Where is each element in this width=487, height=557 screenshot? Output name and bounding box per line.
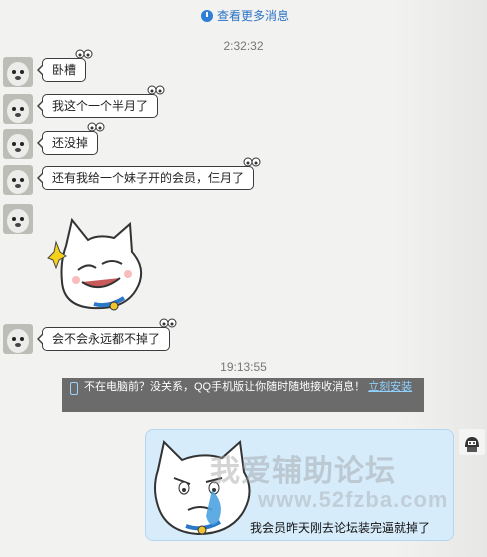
- avatar[interactable]: [3, 324, 33, 354]
- bubble-eyes-icon: [87, 122, 105, 132]
- sticker-caption: 我会员昨天刚去论坛装完逼就掉了: [250, 521, 431, 535]
- bubble-eyes-icon: [147, 85, 165, 95]
- timestamp: 19:13:55: [220, 360, 267, 374]
- message-text: 还没掉: [52, 136, 89, 150]
- view-more-history-link[interactable]: 查看更多消息: [201, 7, 289, 24]
- view-more-label: 查看更多消息: [217, 9, 290, 23]
- avatar[interactable]: [3, 204, 33, 234]
- watermark-domain: www.52fzba.com: [258, 487, 449, 512]
- clock-icon: [201, 9, 213, 22]
- cat-sticker-smirk[interactable]: [44, 212, 152, 314]
- avatar[interactable]: [3, 57, 33, 87]
- my-avatar[interactable]: [459, 429, 485, 455]
- bubble-eyes-icon: [159, 318, 177, 328]
- chat-header: 查看更多消息: [0, 0, 487, 28]
- message-bubble[interactable]: 还没掉: [36, 122, 105, 155]
- message-bubble[interactable]: 卧槽: [36, 49, 93, 82]
- message-bubble[interactable]: 还有我给一个妹子开的会员，仨月了: [36, 157, 261, 190]
- message-bubble[interactable]: 会不会永远都不掉了: [36, 318, 177, 351]
- bubble-eyes-icon: [243, 157, 261, 167]
- message-text: 卧槽: [52, 63, 77, 77]
- mobile-qq-promo: 不在电脑前？没关系，QQ手机版让你随时随地接收消息！ 立刻安装: [62, 378, 424, 412]
- message-text: 还有我给一个妹子开的会员，仨月了: [52, 171, 245, 185]
- timestamp: 2:32:32: [223, 39, 264, 53]
- bubble-eyes-icon: [75, 49, 93, 59]
- message-bubble[interactable]: 我这个一个半月了: [36, 85, 165, 118]
- install-now-link[interactable]: 立刻安装: [368, 381, 412, 393]
- message-text: 我这个一个半月了: [52, 99, 149, 113]
- avatar[interactable]: [3, 129, 33, 159]
- avatar[interactable]: [3, 94, 33, 124]
- message-text: 会不会永远都不掉了: [52, 332, 161, 346]
- promo-text: 不在电脑前？没关系，QQ手机版让你随时随地接收消息！: [84, 381, 366, 393]
- watermark-site-name: 我爱辅助论坛: [210, 455, 396, 488]
- phone-icon: [70, 382, 78, 395]
- avatar[interactable]: [3, 165, 33, 195]
